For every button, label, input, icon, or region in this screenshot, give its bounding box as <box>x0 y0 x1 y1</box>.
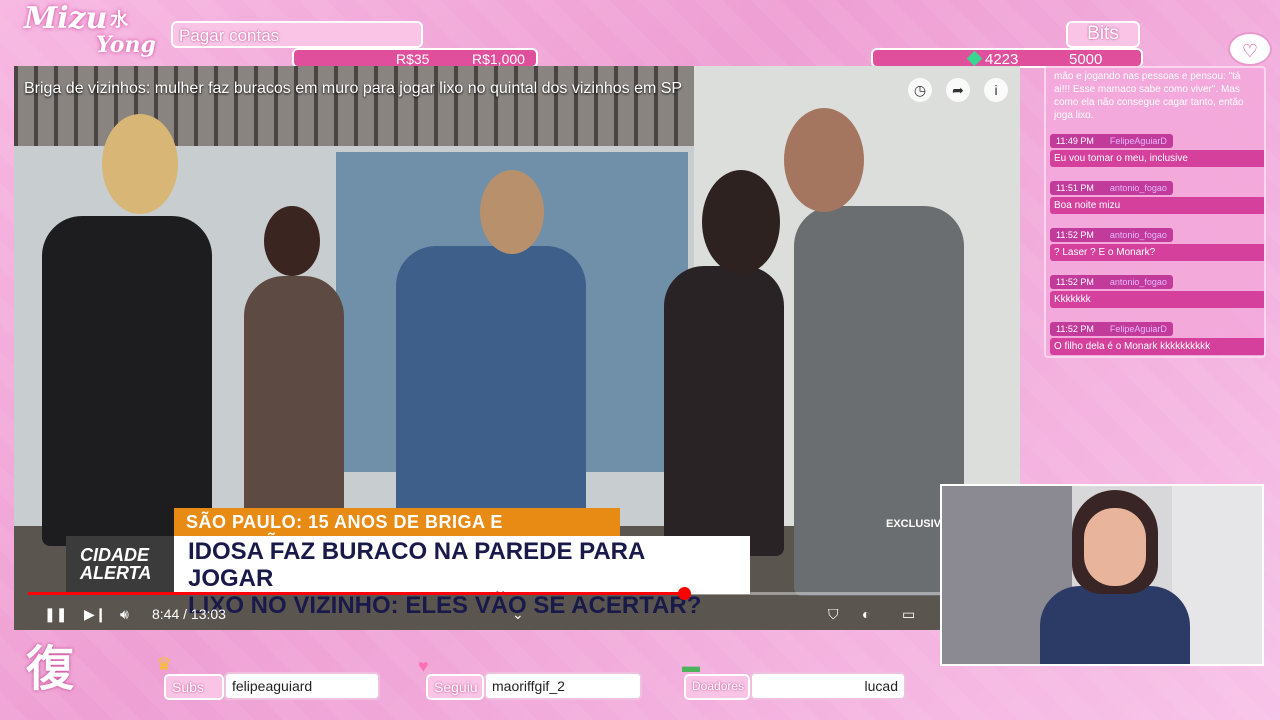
chat-username[interactable]: FelipeAguiarD <box>1110 136 1167 146</box>
person-woman-right-head <box>702 170 780 274</box>
chat-text: Kkkkkkk <box>1050 291 1264 308</box>
program-logo-line2: ALERTA <box>80 563 152 583</box>
crown-icon: ♛ <box>156 654 173 674</box>
person-elder <box>244 276 344 546</box>
video-controls: ❚❚ ▶❙ 🔊︎ 8:44 / 13:03 ⌄ ⛉ ◐ ▭ <box>28 602 1004 628</box>
logo-kanji: 水 <box>110 10 128 31</box>
subtitles-icon[interactable]: ▭ <box>902 606 915 623</box>
pause-icon[interactable]: ❚❚ <box>44 606 67 623</box>
chat-username[interactable]: antonio_fogao <box>1110 230 1167 240</box>
channel-program-logo: CIDADE ALERTA <box>66 536 178 594</box>
chat-heart-icon: ♡ <box>1228 32 1272 66</box>
bits-diamond-icon <box>966 50 983 67</box>
chevron-down-icon[interactable]: ⌄ <box>512 606 524 623</box>
bottom-kanji-logo: 復 <box>26 643 75 696</box>
streamer-body <box>1040 586 1190 664</box>
seguiu-value: maoriffgif_2 <box>484 672 642 700</box>
next-icon[interactable]: ▶❙ <box>84 606 107 623</box>
webcam-feed <box>940 484 1264 666</box>
chat-time: 11:51 PM <box>1056 183 1094 193</box>
goal-progress-bar: R$35 R$1,000 <box>292 48 538 68</box>
watch-later-icon[interactable]: ◷ <box>908 78 932 102</box>
person-reporter-head <box>480 170 544 254</box>
doadores-value: lucad <box>750 672 906 700</box>
chat-message: 11:52 PM antonio_fogao ? Laser ? E o Mona… <box>1050 228 1264 261</box>
chat-message-meta: 11:52 PM antonio_fogao <box>1050 228 1173 242</box>
program-logo-line1: CIDADE <box>80 545 150 565</box>
doadores-label: Doadores <box>684 674 750 700</box>
video-progress-bar[interactable] <box>28 587 1004 600</box>
goal-label: Pagar contas <box>171 21 423 48</box>
chat-message-meta: 11:49 PM FelipeAguiarD <box>1050 134 1173 148</box>
chat-message-meta: 11:51 PM antonio_fogao <box>1050 181 1173 195</box>
video-progress-fill <box>28 592 684 595</box>
chat-text: O filho dela é o Monark kkkkkkkkkk <box>1050 338 1264 355</box>
subs-label: Subs <box>164 674 224 700</box>
chat-message: 11:52 PM antonio_fogao Kkkkkkk <box>1050 275 1264 308</box>
chat-panel: mão e jogando nas pessoas e pensou: "tá … <box>1044 66 1266 358</box>
person-elder-head <box>264 206 320 276</box>
seguiu-label: Seguiu <box>426 674 484 700</box>
info-icon[interactable]: i <box>984 78 1008 102</box>
chat-time: 11:52 PM <box>1056 230 1094 240</box>
volume-icon[interactable]: 🔊︎ <box>120 606 129 623</box>
person-left <box>42 216 212 546</box>
person-man-right-head <box>784 108 864 212</box>
chat-time: 11:49 PM <box>1056 136 1094 146</box>
chat-username[interactable]: FelipeAguiarD <box>1110 324 1167 334</box>
goal-current: R$35 <box>396 51 430 67</box>
video-top-icons: ◷ ➦ i <box>908 78 1008 102</box>
bits-label: Bits <box>1066 21 1140 48</box>
video-progress-knob[interactable] <box>677 587 691 600</box>
person-man-right <box>794 206 964 596</box>
chat-text: Eu vou tomar o meu, inclusive <box>1050 150 1264 167</box>
news-banner-main: IDOSA FAZ BURACO NA PAREDE PARA JOGAR LI… <box>174 536 750 619</box>
chat-top-text: mão e jogando nas pessoas e pensou: "tá … <box>1054 71 1244 121</box>
chat-text: ? Laser ? E o Monark? <box>1050 244 1264 261</box>
news-banner-line1: IDOSA FAZ BURACO NA PAREDE PARA JOGAR <box>188 538 645 592</box>
chat-message-meta: 11:52 PM antonio_fogao <box>1050 275 1173 289</box>
chat-time: 11:52 PM <box>1056 324 1094 334</box>
logo-text-mizu: Mizu <box>24 1 108 36</box>
chat-message: 11:51 PM antonio_fogao Boa noite mizu <box>1050 181 1264 214</box>
subs-value: felipeaguiard <box>224 672 380 700</box>
chat-message-meta: 11:52 PM FelipeAguiarD <box>1050 322 1173 336</box>
bits-progress-bar: 4223 5000 <box>871 48 1143 68</box>
chat-message: 11:49 PM FelipeAguiarD Eu vou tomar o meu… <box>1050 134 1264 167</box>
logo-text-yong: Yong <box>96 32 156 58</box>
news-banner-top: SÃO PAULO: 15 ANOS DE BRIGA E CONFUSÃO <box>174 508 620 553</box>
chat-username[interactable]: antonio_fogao <box>1110 277 1167 287</box>
shield-icon[interactable]: ⛉ <box>828 606 839 623</box>
chat-username[interactable]: antonio_fogao <box>1110 183 1167 193</box>
streamer-face <box>1084 508 1146 586</box>
video-title[interactable]: Briga de vizinhos: mulher faz buracos em… <box>24 80 682 98</box>
goal-target: R$1,000 <box>472 51 525 67</box>
video-player[interactable]: Briga de vizinhos: mulher faz buracos em… <box>14 66 1020 630</box>
person-left-head <box>102 114 178 214</box>
chat-time: 11:52 PM <box>1056 277 1094 287</box>
chat-text: Boa noite mizu <box>1050 197 1264 214</box>
chat-message: 11:52 PM FelipeAguiarD O filho dela é o M… <box>1050 322 1264 355</box>
person-woman-right <box>664 266 784 556</box>
channel-logo: Mizu 水 Yong <box>24 1 156 59</box>
exclusive-tag: EXCLUSIV <box>886 518 942 530</box>
share-icon[interactable]: ➦ <box>946 78 970 102</box>
video-time: 8:44 / 13:03 <box>152 606 226 622</box>
autoplay-toggle-icon[interactable]: ◐ <box>862 606 870 622</box>
heart-icon: ♥ <box>418 656 429 676</box>
